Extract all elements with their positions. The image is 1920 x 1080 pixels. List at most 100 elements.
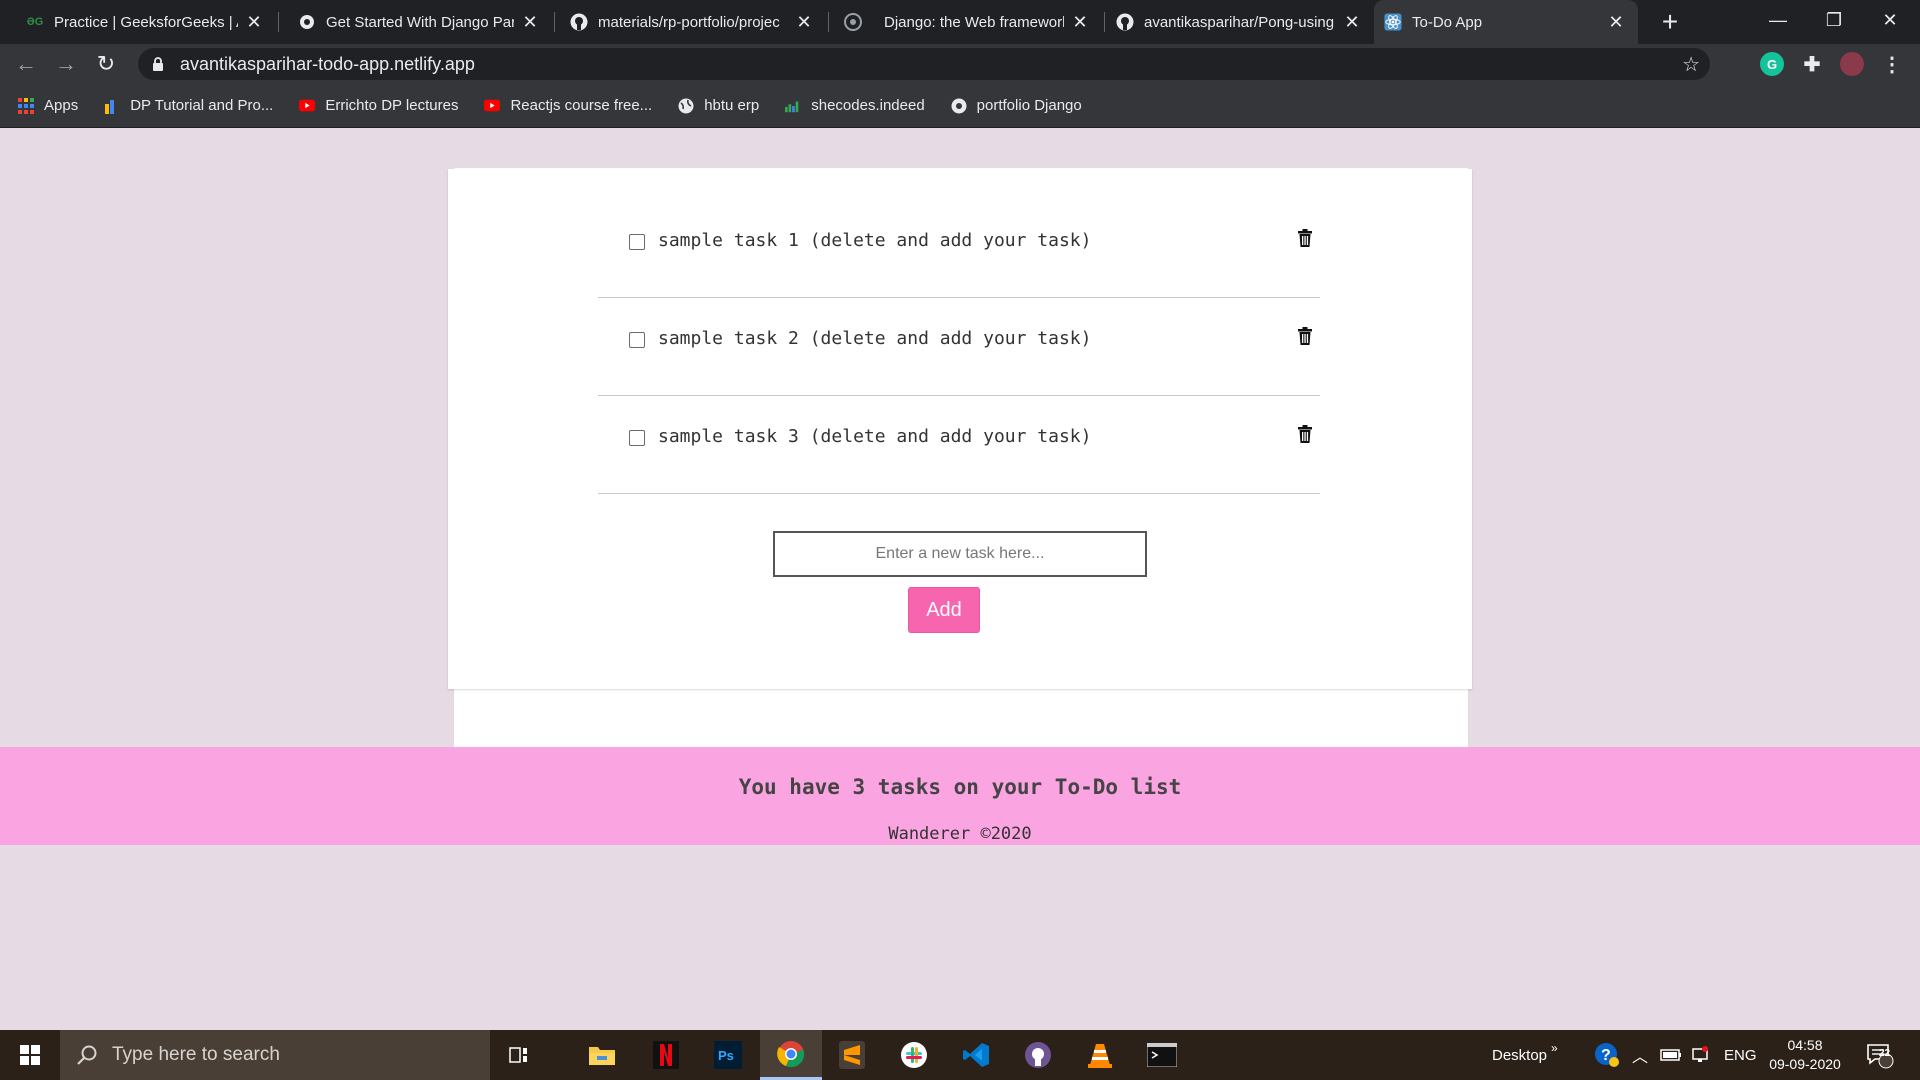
photoshop-icon[interactable]: Ps xyxy=(700,1030,756,1080)
task-text: sample task 2 (delete and add your task) xyxy=(658,328,1092,349)
search-icon xyxy=(77,1045,97,1065)
svg-text:Ps: Ps xyxy=(718,1048,734,1063)
bookmark-reactjs[interactable]: Reactjs course free... xyxy=(484,97,652,114)
terminal-icon[interactable] xyxy=(1134,1030,1190,1080)
new-task-input[interactable] xyxy=(773,531,1147,577)
task-checkbox[interactable] xyxy=(629,332,645,348)
close-tab-icon[interactable]: ✕ xyxy=(1342,12,1362,33)
vlc-icon[interactable] xyxy=(1072,1030,1128,1080)
github-icon xyxy=(1116,13,1134,31)
search-placeholder: Type here to search xyxy=(112,1044,280,1065)
trash-icon[interactable] xyxy=(1298,327,1314,347)
footer-credit: Wanderer ©2020 xyxy=(888,824,1032,844)
close-tab-icon[interactable]: ✕ xyxy=(1070,12,1090,33)
network-icon[interactable] xyxy=(1690,1030,1710,1080)
bookmark-hbtu-erp[interactable]: hbtu erp xyxy=(678,97,759,114)
bookmarks-bar: Apps DP Tutorial and Pro... Errichto DP … xyxy=(0,84,1920,128)
windows-start-icon[interactable] xyxy=(0,1030,60,1080)
help-icon[interactable]: ? xyxy=(1594,1030,1620,1080)
bookmark-label: Errichto DP lectures xyxy=(325,97,459,114)
extensions-icon[interactable]: ✚ xyxy=(1800,52,1824,76)
menu-icon[interactable]: ⋮ xyxy=(1880,52,1904,76)
bookmark-bars-icon xyxy=(785,98,801,114)
address-bar[interactable]: avantikasparihar-todo-app.netlify.app ☆ xyxy=(138,48,1710,80)
windows-taskbar: Type here to search Ps Desktop » ? ︿ ENG… xyxy=(0,1030,1920,1080)
notification-count: 22 xyxy=(1879,1048,1891,1059)
tab-rp-portfolio[interactable]: materials/rp-portfolio/projec ✕ xyxy=(556,0,826,44)
trash-icon[interactable] xyxy=(1298,229,1314,249)
tab-django-framework[interactable]: Django: the Web framework ✕ xyxy=(830,0,1102,44)
slack-icon[interactable] xyxy=(886,1030,942,1080)
battery-icon[interactable] xyxy=(1660,1030,1682,1080)
chrome-icon[interactable] xyxy=(760,1030,822,1080)
bookmark-shecodes[interactable]: shecodes.indeed xyxy=(785,97,925,114)
bookmark-dp-tutorial[interactable]: DP Tutorial and Pro... xyxy=(104,97,273,114)
tab-title: Practice | GeeksforGeeks | A c xyxy=(54,13,238,31)
task-item: sample task 1 (delete and add your task) xyxy=(598,200,1320,298)
youtube-icon xyxy=(299,98,316,114)
notifications-icon[interactable]: 22 xyxy=(1866,1030,1894,1080)
python-icon xyxy=(298,13,316,31)
bookmark-label: hbtu erp xyxy=(704,97,760,114)
close-tab-icon[interactable]: ✕ xyxy=(520,12,540,33)
taskbar-search[interactable]: Type here to search xyxy=(60,1030,490,1080)
forward-icon[interactable]: → xyxy=(50,48,82,80)
globe-icon xyxy=(678,98,694,114)
url-text: avantikasparihar-todo-app.netlify.app xyxy=(180,53,475,74)
desktop-toolbar[interactable]: Desktop » xyxy=(1492,1030,1558,1080)
task-checkbox[interactable] xyxy=(629,430,645,446)
task-text: sample task 1 (delete and add your task) xyxy=(658,230,1092,251)
page-body: sample task 1 (delete and add your task)… xyxy=(0,129,1920,1030)
bookmark-label: Apps xyxy=(44,97,79,114)
close-window-icon[interactable]: ✕ xyxy=(1862,0,1918,40)
task-checkbox[interactable] xyxy=(629,234,645,250)
trash-icon[interactable] xyxy=(1298,425,1314,445)
tab-title: avantikasparihar/Pong-using xyxy=(1144,13,1335,31)
task-view-icon[interactable] xyxy=(492,1030,548,1080)
tab-separator xyxy=(554,12,555,32)
grammarly-icon[interactable]: G xyxy=(1760,52,1784,76)
restore-icon[interactable]: ❐ xyxy=(1806,0,1862,40)
minimize-icon[interactable]: — xyxy=(1750,0,1806,40)
tab-title: materials/rp-portfolio/projec xyxy=(598,13,780,31)
task-item: sample task 2 (delete and add your task) xyxy=(598,298,1320,396)
language-indicator[interactable]: ENG xyxy=(1724,1030,1757,1080)
task-text: sample task 3 (delete and add your task) xyxy=(658,426,1092,447)
bookmark-label: DP Tutorial and Pro... xyxy=(130,97,274,114)
clock-date: 09-09-2020 xyxy=(1769,1056,1841,1072)
tab-separator xyxy=(1104,12,1105,32)
close-tab-icon[interactable]: ✕ xyxy=(244,12,264,33)
tab-geeksforgeeks[interactable]: ƏG Practice | GeeksforGeeks | A c ✕ xyxy=(0,0,276,44)
todo-card: sample task 1 (delete and add your task)… xyxy=(448,169,1472,689)
python-icon xyxy=(951,98,967,114)
github-desktop-icon[interactable] xyxy=(1010,1030,1066,1080)
sublime-text-icon[interactable] xyxy=(824,1030,880,1080)
add-task-button[interactable]: Add xyxy=(908,587,980,633)
bookmark-portfolio-django[interactable]: portfolio Django xyxy=(951,97,1082,114)
bookmark-chart-icon xyxy=(104,98,120,114)
back-icon[interactable]: ← xyxy=(10,48,42,80)
browser-tab-strip: ƏG Practice | GeeksforGeeks | A c ✕ Get … xyxy=(0,0,1920,44)
close-tab-icon[interactable]: ✕ xyxy=(1606,12,1626,33)
vscode-icon[interactable] xyxy=(948,1030,1004,1080)
reload-icon[interactable]: ↻ xyxy=(90,48,122,80)
close-tab-icon[interactable]: ✕ xyxy=(794,12,814,33)
new-tab-button[interactable]: + xyxy=(1654,6,1686,38)
avatar[interactable] xyxy=(1840,52,1864,76)
netflix-icon[interactable] xyxy=(638,1030,694,1080)
geeksforgeeks-icon: ƏG xyxy=(26,16,44,28)
file-explorer-icon[interactable] xyxy=(574,1030,630,1080)
tab-title: Get Started With Django Part xyxy=(326,13,514,31)
browser-toolbar: ← → ↻ avantikasparihar-todo-app.netlify.… xyxy=(0,44,1920,84)
desktop-label: Desktop xyxy=(1492,1046,1548,1064)
bookmark-label: Reactjs course free... xyxy=(510,97,653,114)
bookmark-label: portfolio Django xyxy=(976,97,1082,114)
bookmark-errichto[interactable]: Errichto DP lectures xyxy=(299,97,458,114)
tab-pong[interactable]: avantikasparihar/Pong-using ✕ xyxy=(1106,0,1374,44)
tab-todo-app[interactable]: To-Do App ✕ xyxy=(1374,0,1638,44)
system-clock[interactable]: 04:58 09-09-2020 xyxy=(1760,1036,1850,1074)
bookmark-star-icon[interactable]: ☆ xyxy=(1682,52,1700,77)
tab-django-part[interactable]: Get Started With Django Part ✕ xyxy=(280,0,552,44)
bookmark-apps[interactable]: Apps xyxy=(18,97,78,114)
chevron-up-icon[interactable]: ︿ xyxy=(1632,1030,1648,1080)
